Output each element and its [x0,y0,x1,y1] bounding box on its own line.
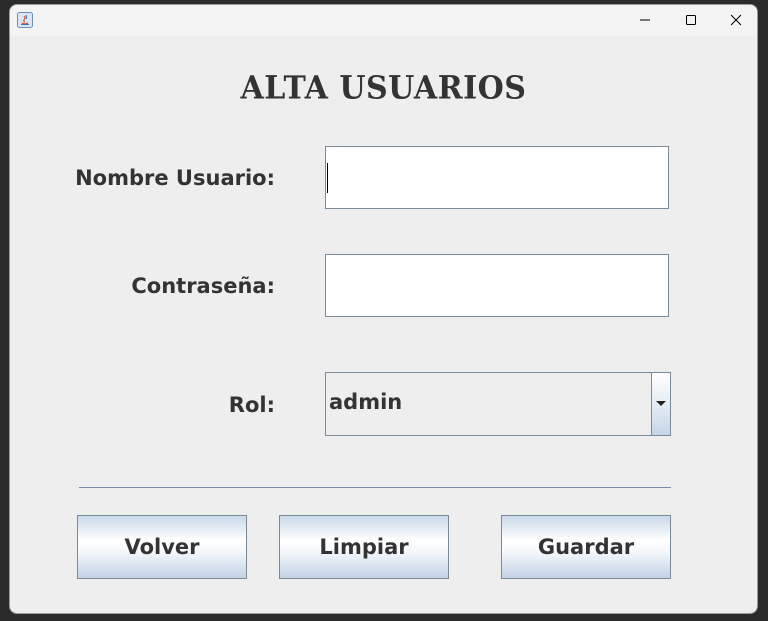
nombre-usuario-label: Nombre Usuario: [75,166,275,190]
contrasena-input[interactable] [325,254,669,317]
rol-label: Rol: [228,393,275,417]
rol-select[interactable]: admin [325,372,671,436]
minimize-icon [639,11,651,30]
maximize-button[interactable] [668,5,714,36]
title-bar[interactable] [10,5,757,36]
page-title: ALTA USUARIOS [240,70,527,107]
guardar-button[interactable]: Guardar [501,515,671,579]
app-window: ALTA USUARIOS Nombre Usuario: Contraseña… [9,4,758,614]
minimize-button[interactable] [622,5,668,36]
chevron-down-icon[interactable] [651,373,670,435]
close-icon [730,11,742,30]
nombre-usuario-input[interactable] [325,146,669,209]
text-caret [327,163,328,193]
java-icon [17,12,33,28]
separator [79,487,671,488]
rol-selected-value: admin [329,390,403,414]
contrasena-label: Contraseña: [131,274,275,298]
maximize-icon [685,11,697,30]
volver-button[interactable]: Volver [77,515,247,579]
limpiar-button[interactable]: Limpiar [279,515,449,579]
close-button[interactable] [713,5,757,36]
